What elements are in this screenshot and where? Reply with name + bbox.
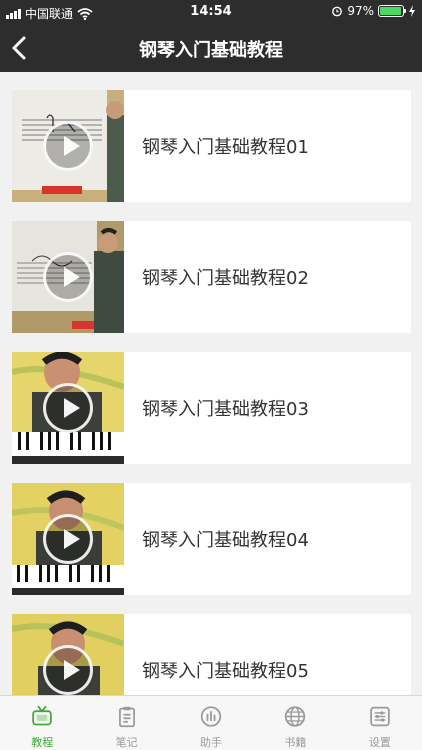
play-icon[interactable] — [43, 252, 93, 302]
tab-label: 书籍 — [284, 736, 307, 749]
lesson-item-01[interactable]: 钢琴入门基础教程01 — [12, 90, 411, 202]
alarm-icon — [332, 6, 343, 17]
status-bar: 中国联通 14:54 97% — [0, 0, 422, 24]
play-icon[interactable] — [43, 645, 93, 695]
clipboard-icon — [118, 706, 135, 728]
tab-tutorial[interactable]: 教程 — [0, 696, 84, 750]
tab-books[interactable]: 书籍 — [253, 696, 337, 750]
status-right: 97% — [331, 4, 416, 18]
tab-label: 笔记 — [115, 736, 138, 749]
play-icon[interactable] — [43, 383, 93, 433]
tab-settings[interactable]: 设置 — [338, 696, 422, 750]
tab-label: 助手 — [200, 736, 223, 749]
tab-label: 教程 — [31, 736, 54, 749]
battery-icon — [378, 5, 406, 17]
battery-percent: 97% — [347, 4, 374, 18]
lesson-title: 钢琴入门基础教程05 — [142, 661, 309, 682]
lesson-item-03[interactable]: 钢琴入门基础教程03 — [12, 352, 411, 464]
sliders-icon — [370, 706, 390, 727]
play-icon[interactable] — [43, 121, 93, 171]
globe-icon — [285, 706, 306, 727]
lesson-title: 钢琴入门基础教程02 — [142, 268, 309, 289]
bars-circle-icon — [200, 706, 222, 727]
video-thumbnail — [12, 483, 124, 595]
video-thumbnail — [12, 352, 124, 464]
tab-notes[interactable]: 笔记 — [84, 696, 168, 750]
lesson-list[interactable]: 钢琴入门基础教程01 钢琴入门基础教程02 钢琴入门基础教程03 钢琴入门基础教… — [0, 72, 422, 695]
video-thumbnail — [12, 90, 124, 202]
video-thumbnail — [12, 221, 124, 333]
lesson-item-02[interactable]: 钢琴入门基础教程02 — [12, 221, 411, 333]
tab-bar: 教程 笔记 助手 书籍 设置 — [0, 695, 422, 750]
charging-icon — [409, 5, 415, 17]
lesson-item-04[interactable]: 钢琴入门基础教程04 — [12, 483, 411, 595]
lesson-title: 钢琴入门基础教程03 — [142, 399, 309, 420]
video-thumbnail — [12, 614, 124, 695]
page-title: 钢琴入门基础教程 — [139, 40, 283, 61]
lesson-title: 钢琴入门基础教程01 — [142, 137, 309, 158]
play-icon[interactable] — [43, 514, 93, 564]
tab-assistant[interactable]: 助手 — [169, 696, 253, 750]
lesson-title: 钢琴入门基础教程04 — [142, 530, 309, 551]
tab-label: 设置 — [368, 736, 391, 749]
tv-icon — [32, 705, 52, 726]
nav-bar: 钢琴入门基础教程 — [0, 24, 422, 72]
lesson-item-05[interactable]: 钢琴入门基础教程05 — [12, 614, 411, 695]
